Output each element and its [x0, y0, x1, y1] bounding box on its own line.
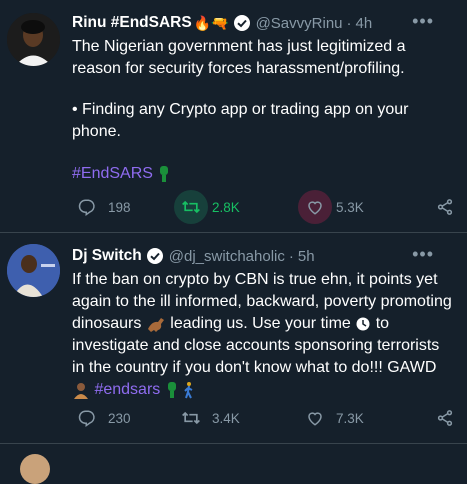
tweet-actions: 230 3.4K 7.3K — [62, 401, 467, 435]
tweet-text-bullet: • Finding any Crypto app or trading app … — [72, 101, 409, 140]
reply-count: 198 — [108, 199, 131, 215]
clock-emoji-icon — [355, 316, 371, 332]
author-name-emojis: 🔥🔫 — [193, 14, 229, 31]
author-handle[interactable]: @SavvyRinu — [256, 15, 343, 32]
fist-hashtag-icon — [157, 165, 171, 183]
more-icon[interactable]: ••• — [412, 244, 434, 265]
verified-badge-icon — [146, 247, 164, 265]
share-button[interactable] — [428, 401, 462, 435]
share-icon — [428, 190, 462, 224]
avatar[interactable] — [7, 244, 60, 297]
dinosaur-emoji-icon — [146, 315, 166, 333]
tweet-text: If the ban on crypto by CBN is true ehn,… — [72, 269, 455, 401]
heart-icon — [298, 190, 332, 224]
retweet-button[interactable]: 2.8K — [174, 190, 240, 224]
tweet[interactable]: Rinu #EndSARS 🔥🔫 @SavvyRinu · 4h ••• The… — [0, 0, 467, 233]
tweet-text: The Nigerian government has just legitim… — [72, 38, 406, 77]
reply-count: 230 — [108, 410, 131, 426]
more-icon[interactable]: ••• — [412, 11, 434, 32]
fist-hashtag-icon — [165, 381, 179, 399]
tweet[interactable] — [0, 444, 467, 484]
retweet-icon — [174, 190, 208, 224]
reply-icon — [70, 190, 104, 224]
author-name[interactable]: Dj Switch — [72, 247, 142, 265]
reply-icon — [70, 401, 104, 435]
like-count: 7.3K — [336, 410, 364, 426]
avatar[interactable] — [7, 13, 60, 66]
tweet-time[interactable]: 4h — [356, 15, 373, 32]
author-name[interactable]: Rinu #EndSARS — [72, 14, 192, 32]
tweet[interactable]: Dj Switch @dj_switchaholic · 5h ••• If t… — [0, 233, 467, 444]
like-button[interactable]: 7.3K — [298, 401, 364, 435]
hashtag-link[interactable]: #EndSARS — [72, 165, 153, 182]
share-button[interactable] — [428, 190, 462, 224]
reply-button[interactable]: 198 — [70, 190, 131, 224]
share-icon — [428, 401, 462, 435]
retweet-icon — [174, 401, 208, 435]
author-handle[interactable]: @dj_switchaholic — [169, 248, 285, 265]
separator-dot: · — [346, 14, 352, 32]
hashtag-link[interactable]: #endsars — [94, 381, 160, 398]
tweet-text-part: leading us. Use your time — [165, 315, 356, 332]
reply-button[interactable]: 230 — [70, 401, 131, 435]
retweet-count: 3.4K — [212, 410, 240, 426]
verified-badge-icon — [233, 14, 251, 32]
avatar[interactable] — [20, 454, 50, 484]
like-count: 5.3K — [336, 199, 364, 215]
like-button[interactable]: 5.3K — [298, 190, 364, 224]
walking-person-emoji-icon — [183, 381, 195, 399]
retweet-button[interactable]: 3.4K — [174, 401, 240, 435]
hashtag-line: #EndSARS — [72, 163, 455, 185]
tweet-actions: 198 2.8K 5.3K — [62, 190, 467, 224]
person-emoji-icon — [72, 381, 90, 399]
retweet-count: 2.8K — [212, 199, 240, 215]
separator-dot: · — [288, 247, 294, 265]
heart-icon — [298, 401, 332, 435]
tweet-time[interactable]: 5h — [298, 248, 315, 265]
